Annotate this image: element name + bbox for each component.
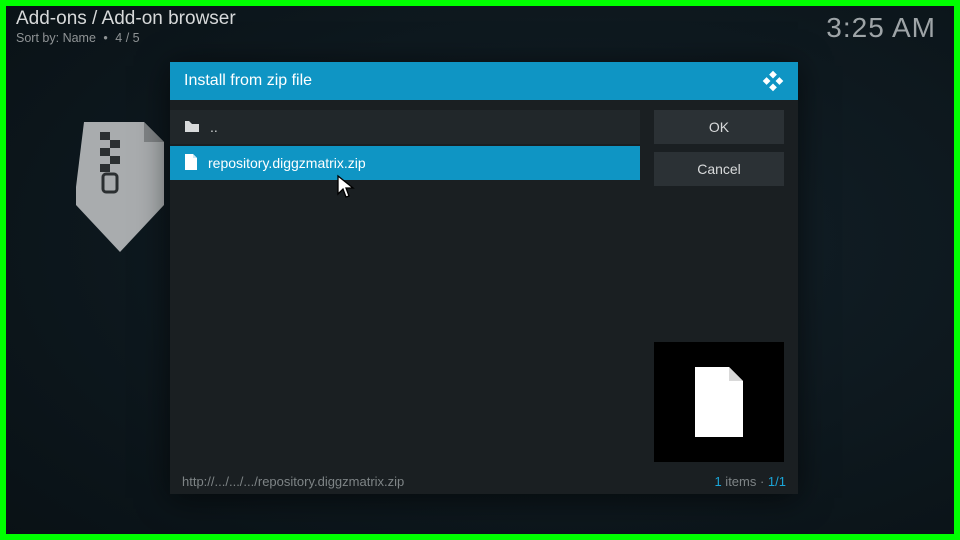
item-count: 1 xyxy=(714,474,721,489)
sort-value: Name xyxy=(63,31,96,45)
file-item-zip[interactable]: repository.diggzmatrix.zip xyxy=(170,146,640,180)
item-count-label: items · xyxy=(722,474,768,489)
file-item-parent[interactable]: .. xyxy=(170,110,640,144)
dialog-title: Install from zip file xyxy=(184,72,312,90)
clock: 3:25 AM xyxy=(826,12,936,44)
file-icon xyxy=(184,154,198,173)
file-item-label: .. xyxy=(210,119,218,135)
file-item-label: repository.diggzmatrix.zip xyxy=(208,155,366,171)
file-list: .. repository.diggzmatrix.zip xyxy=(170,100,640,468)
dialog-footer: http://.../.../.../repository.diggzmatri… xyxy=(170,468,798,494)
ok-button[interactable]: OK xyxy=(654,110,784,144)
sort-prefix: Sort by: xyxy=(16,31,59,45)
page-indicator: 4 / 5 xyxy=(115,31,139,45)
folder-up-icon xyxy=(184,119,200,136)
kodi-logo-icon xyxy=(762,70,784,92)
footer-count: 1 items · 1/1 xyxy=(714,474,786,489)
zip-background-icon xyxy=(76,122,171,252)
sort-line: Sort by: Name • 4 / 5 xyxy=(16,31,236,45)
separator-dot: • xyxy=(103,31,107,45)
install-zip-dialog: Install from zip file xyxy=(170,62,798,494)
item-position: 1/1 xyxy=(768,474,786,489)
cancel-button[interactable]: Cancel xyxy=(654,152,784,186)
breadcrumb: Add-ons / Add-on browser xyxy=(16,8,236,30)
file-preview xyxy=(654,342,784,462)
dialog-header: Install from zip file xyxy=(170,62,798,100)
footer-path: http://.../.../.../repository.diggzmatri… xyxy=(182,474,404,489)
